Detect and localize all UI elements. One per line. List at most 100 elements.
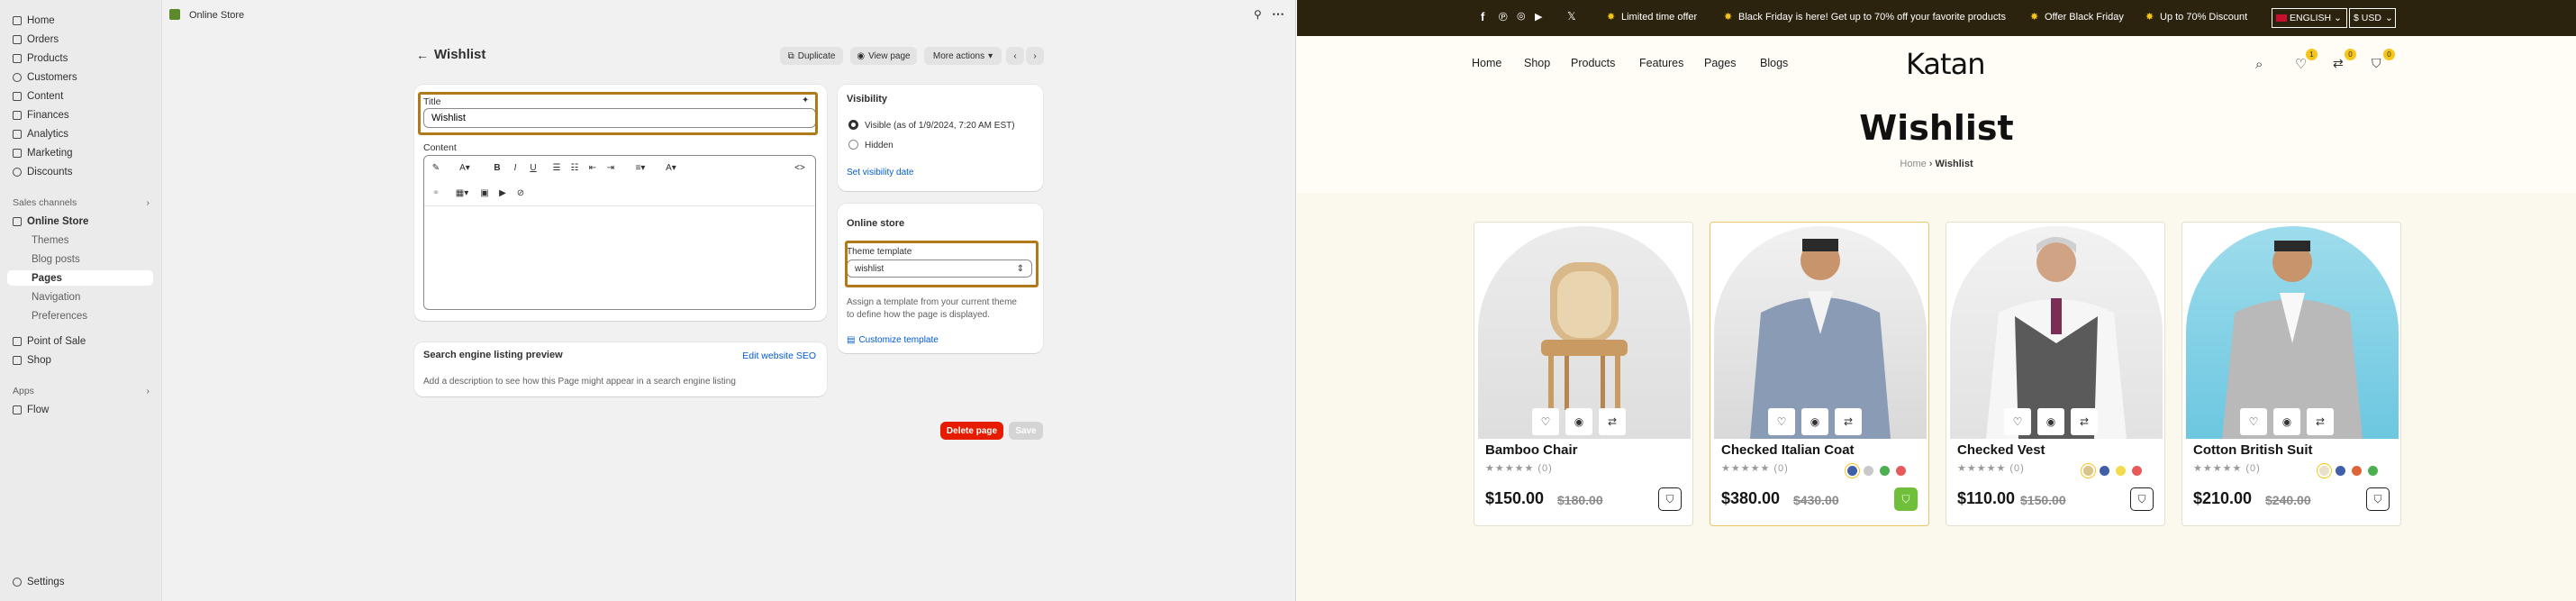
bold-icon[interactable]: B xyxy=(491,161,503,174)
heart-icon[interactable]: ♡ xyxy=(2295,56,2307,72)
nav-blog-posts[interactable]: Blog posts xyxy=(27,251,153,267)
nav-preferences[interactable]: Preferences xyxy=(27,308,153,323)
quick-view-button[interactable]: ◉ xyxy=(1565,408,1592,435)
edit-seo-link[interactable]: Edit website SEO xyxy=(742,351,816,361)
bullet-list-icon[interactable]: ☰ xyxy=(550,161,563,174)
ai-icon[interactable]: ✎ xyxy=(430,161,442,174)
nav-shop[interactable]: Shop xyxy=(9,352,153,368)
language-selector[interactable]: ENGLISH ⌄ xyxy=(2272,8,2347,28)
code-view-icon[interactable]: <> xyxy=(794,161,806,174)
sales-channels-header[interactable]: Sales channels › xyxy=(13,197,150,208)
delete-page-button[interactable]: Delete page xyxy=(940,422,1003,440)
quick-view-button[interactable]: ◉ xyxy=(1801,408,1828,435)
nav-analytics[interactable]: Analytics xyxy=(9,126,153,141)
nav-home[interactable]: Home xyxy=(9,13,153,28)
product-image[interactable] xyxy=(1714,226,1927,439)
product-card[interactable]: ♡ ◉ ⇄ Checked Vest ★★★★★ (0) $110.00 $15… xyxy=(1946,222,2165,526)
menu-home[interactable]: Home xyxy=(1472,57,1501,69)
next-page-button[interactable]: › xyxy=(1026,47,1044,65)
compare-button[interactable]: ⇄ xyxy=(1835,408,1862,435)
rich-text-editor[interactable]: ✎ A▾ B I U ☰ ☷ ⇤ ⇥ ≡▾ A▾ <> ⚭ ▦▾ ▣ ▶ ⊘ xyxy=(423,155,816,310)
menu-blogs[interactable]: Blogs xyxy=(1760,57,1788,69)
nav-marketing[interactable]: Marketing xyxy=(9,145,153,160)
remove-wishlist-button[interactable]: ♡ xyxy=(2240,408,2267,435)
compare-button[interactable]: ⇄ xyxy=(1599,408,1626,435)
color-swatch[interactable] xyxy=(2083,466,2093,476)
link-icon[interactable]: ⚭ xyxy=(430,187,442,199)
nav-finances[interactable]: Finances xyxy=(9,107,153,123)
compare-icon[interactable]: ⇄ xyxy=(2333,56,2344,71)
currency-selector[interactable]: $ USD ⌄ xyxy=(2349,8,2396,28)
product-card[interactable]: ♡ ◉ ⇄ Checked Italian Coat ★★★★★ (0) $38… xyxy=(1710,222,1929,526)
x-twitter-icon[interactable]: 𝕏 xyxy=(1567,10,1576,23)
nav-navigation[interactable]: Navigation xyxy=(27,289,153,305)
product-name[interactable]: Bamboo Chair xyxy=(1485,442,1578,458)
text-color-dropdown[interactable]: A▾ xyxy=(660,161,682,174)
back-arrow-icon[interactable]: ← xyxy=(416,48,429,62)
outdent-icon[interactable]: ⇤ xyxy=(586,161,599,174)
nav-customers[interactable]: Customers xyxy=(9,69,153,85)
color-swatch[interactable] xyxy=(2336,466,2345,476)
nav-flow[interactable]: Flow xyxy=(9,402,153,417)
cart-icon[interactable]: ⛉ xyxy=(2372,56,2381,71)
save-button[interactable]: Save xyxy=(1009,422,1043,440)
instagram-icon[interactable]: ◎ xyxy=(1517,10,1526,22)
nav-settings[interactable]: Settings xyxy=(9,574,153,589)
nav-point-of-sale[interactable]: Point of Sale xyxy=(9,333,153,349)
nav-products[interactable]: Products xyxy=(9,50,153,66)
compare-button[interactable]: ⇄ xyxy=(2307,408,2334,435)
menu-features[interactable]: Features xyxy=(1639,57,1683,69)
set-visibility-date-link[interactable]: Set visibility date xyxy=(847,168,913,178)
nav-online-store[interactable]: Online Store xyxy=(9,214,153,229)
nav-themes[interactable]: Themes xyxy=(27,232,153,248)
clear-format-icon[interactable]: ⊘ xyxy=(514,187,527,199)
product-image[interactable] xyxy=(1950,226,2163,439)
pinterest-icon[interactable]: ℗ xyxy=(1499,10,1508,23)
color-swatch[interactable] xyxy=(2319,466,2329,476)
add-to-cart-button[interactable]: ⛉ xyxy=(2366,487,2390,511)
product-name[interactable]: Checked Italian Coat xyxy=(1721,442,1855,458)
add-to-cart-button[interactable]: ⛉ xyxy=(1658,487,1682,511)
quick-view-button[interactable]: ◉ xyxy=(2037,408,2064,435)
image-icon[interactable]: ▣ xyxy=(478,187,491,199)
more-icon[interactable]: ⋯ xyxy=(1272,6,1284,22)
product-card[interactable]: ♡ ◉ ⇄ Bamboo Chair ★★★★★ (0) $150.00 $18… xyxy=(1474,222,1693,526)
product-name[interactable]: Cotton British Suit xyxy=(2193,442,2312,458)
video-icon[interactable]: ▶ xyxy=(496,187,509,199)
color-swatch[interactable] xyxy=(2352,466,2362,476)
hidden-radio[interactable] xyxy=(848,140,858,150)
nav-content[interactable]: Content xyxy=(9,88,153,104)
apps-header[interactable]: Apps › xyxy=(13,386,150,396)
nav-pages[interactable]: Pages xyxy=(7,270,153,286)
color-swatch[interactable] xyxy=(1896,466,1906,476)
breadcrumb-home[interactable]: Home xyxy=(1900,159,1926,169)
menu-products[interactable]: Products xyxy=(1571,57,1615,69)
numbered-list-icon[interactable]: ☷ xyxy=(568,161,581,174)
italic-icon[interactable]: I xyxy=(509,161,522,174)
color-swatch[interactable] xyxy=(1847,466,1857,476)
indent-icon[interactable]: ⇥ xyxy=(604,161,617,174)
customize-template-link[interactable]: ▤ Customize template xyxy=(847,335,939,345)
remove-wishlist-button[interactable]: ♡ xyxy=(1768,408,1795,435)
quick-view-button[interactable]: ◉ xyxy=(2273,408,2300,435)
add-to-cart-button[interactable]: ⛉ xyxy=(1894,487,1918,511)
store-logo[interactable]: Katan xyxy=(1906,47,1985,81)
product-image[interactable] xyxy=(2186,226,2399,439)
view-page-button[interactable]: ◉ View page xyxy=(850,47,917,65)
menu-shop[interactable]: Shop xyxy=(1524,57,1550,69)
nav-discounts[interactable]: Discounts xyxy=(9,164,153,179)
color-swatch[interactable] xyxy=(2100,466,2109,476)
product-image[interactable] xyxy=(1478,226,1691,439)
search-icon[interactable]: ⌕ xyxy=(2255,57,2263,72)
add-to-cart-button[interactable]: ⛉ xyxy=(2130,487,2154,511)
nav-orders[interactable]: Orders xyxy=(9,32,153,47)
previous-page-button[interactable]: ‹ xyxy=(1006,47,1024,65)
facebook-icon[interactable]: f xyxy=(1481,10,1484,23)
more-actions-button[interactable]: More actions ▾ xyxy=(924,47,1002,65)
remove-wishlist-button[interactable]: ♡ xyxy=(1532,408,1559,435)
color-swatch[interactable] xyxy=(1880,466,1890,476)
paragraph-dropdown[interactable]: A▾ xyxy=(458,161,471,174)
menu-pages[interactable]: Pages xyxy=(1704,57,1736,69)
visible-radio[interactable] xyxy=(848,120,858,130)
color-swatch[interactable] xyxy=(2116,466,2126,476)
